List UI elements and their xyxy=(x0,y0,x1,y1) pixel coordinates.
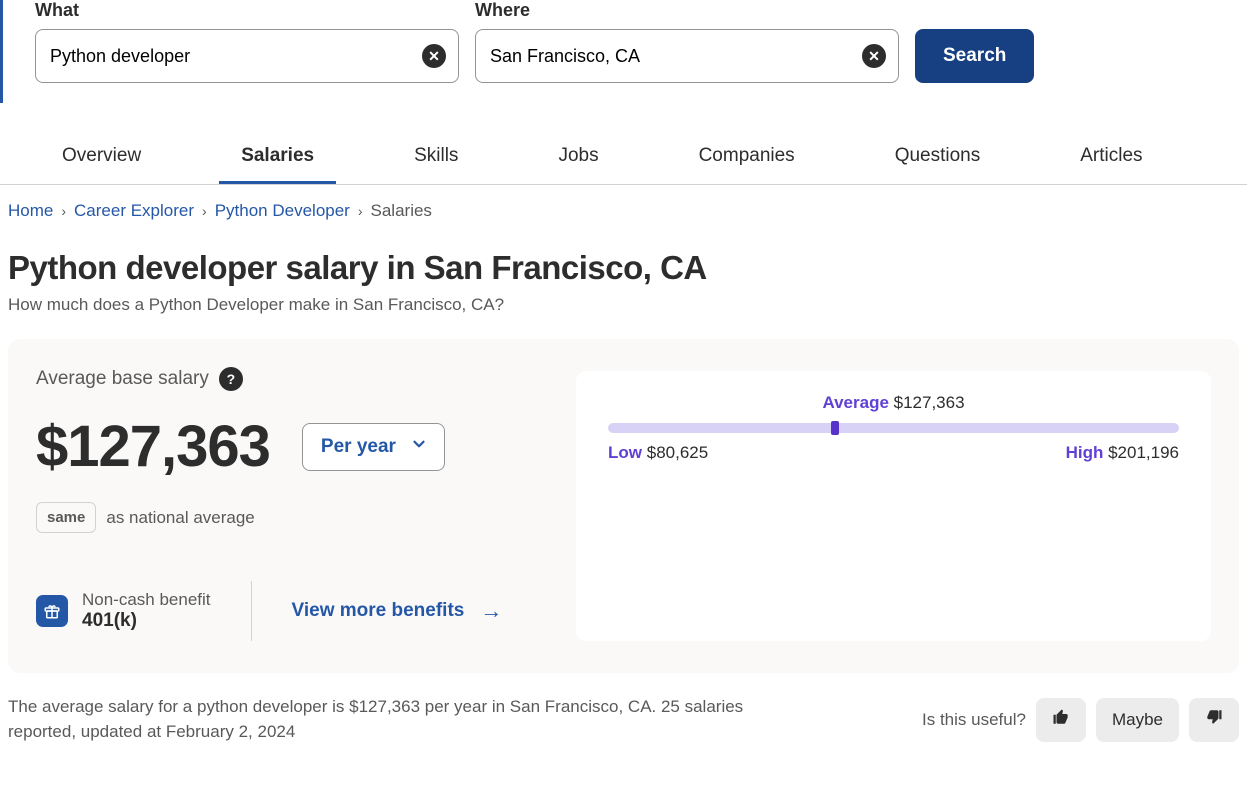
footer-text: The average salary for a python develope… xyxy=(8,695,768,744)
breadcrumb-link[interactable]: Career Explorer xyxy=(74,201,194,221)
divider xyxy=(251,581,252,641)
salary-amount: $127,363 xyxy=(36,413,270,480)
thumbs-up-icon xyxy=(1052,708,1070,731)
tab-overview[interactable]: Overview xyxy=(40,131,163,184)
what-input[interactable] xyxy=(50,46,410,67)
thumbs-down-icon xyxy=(1205,708,1223,731)
tab-salaries[interactable]: Salaries xyxy=(219,131,336,184)
maybe-button[interactable]: Maybe xyxy=(1096,698,1179,742)
clear-what-icon[interactable]: ✕ xyxy=(422,44,446,68)
benefit-value: 401(k) xyxy=(82,610,211,632)
breadcrumb-current: Salaries xyxy=(371,201,432,221)
arrow-right-icon: → xyxy=(480,598,502,624)
gift-icon xyxy=(36,595,68,627)
chevron-right-icon: › xyxy=(202,203,207,219)
what-label: What xyxy=(35,0,459,21)
view-more-label: View more benefits xyxy=(292,600,465,622)
help-icon[interactable]: ? xyxy=(219,367,243,391)
tab-companies[interactable]: Companies xyxy=(677,131,817,184)
tab-jobs[interactable]: Jobs xyxy=(536,131,620,184)
period-value: Per year xyxy=(321,436,396,458)
breadcrumb-link[interactable]: Home xyxy=(8,201,53,221)
period-select[interactable]: Per year xyxy=(302,423,445,471)
search-button[interactable]: Search xyxy=(915,29,1034,83)
thumbs-down-button[interactable] xyxy=(1189,698,1239,742)
range-bar xyxy=(608,423,1179,433)
chevron-right-icon: › xyxy=(358,203,363,219)
comparison-badge: same xyxy=(36,502,96,533)
range-high-label: High xyxy=(1066,443,1104,462)
breadcrumb-link[interactable]: Python Developer xyxy=(215,201,350,221)
page-subtitle: How much does a Python Developer make in… xyxy=(8,295,1239,315)
page-title: Python developer salary in San Francisco… xyxy=(8,249,1239,287)
what-input-wrap: ✕ xyxy=(35,29,459,83)
view-more-benefits-link[interactable]: View more benefits → xyxy=(292,598,503,624)
tab-articles[interactable]: Articles xyxy=(1058,131,1164,184)
clear-where-icon[interactable]: ✕ xyxy=(862,44,886,68)
feedback-panel: Is this useful? Maybe xyxy=(922,698,1239,742)
tabs: Overview Salaries Skills Jobs Companies Quest… xyxy=(0,131,1247,185)
feedback-question: Is this useful? xyxy=(922,710,1026,730)
where-label: Where xyxy=(475,0,899,21)
range-low-value: $80,625 xyxy=(647,443,708,462)
range-avg-label: Average xyxy=(822,393,888,412)
salary-range-chart: Average $127,363 Low $80,625 High $201,1… xyxy=(576,371,1211,641)
comparison-text: as national average xyxy=(106,508,254,528)
range-high-value: $201,196 xyxy=(1108,443,1179,462)
avg-base-label: Average base salary xyxy=(36,368,209,390)
range-tick xyxy=(831,421,839,435)
where-input[interactable] xyxy=(490,46,850,67)
tab-questions[interactable]: Questions xyxy=(873,131,1003,184)
tab-skills[interactable]: Skills xyxy=(392,131,480,184)
chevron-right-icon: › xyxy=(61,203,66,219)
range-avg-value: $127,363 xyxy=(894,393,965,412)
where-input-wrap: ✕ xyxy=(475,29,899,83)
breadcrumb: Home › Career Explorer › Python Developer › Sa… xyxy=(0,185,1247,221)
salary-card: Average base salary ? $127,363 Per year … xyxy=(8,339,1239,673)
thumbs-up-button[interactable] xyxy=(1036,698,1086,742)
range-low-label: Low xyxy=(608,443,642,462)
benefit-label: Non-cash benefit xyxy=(82,590,211,610)
chevron-down-icon xyxy=(410,435,428,459)
